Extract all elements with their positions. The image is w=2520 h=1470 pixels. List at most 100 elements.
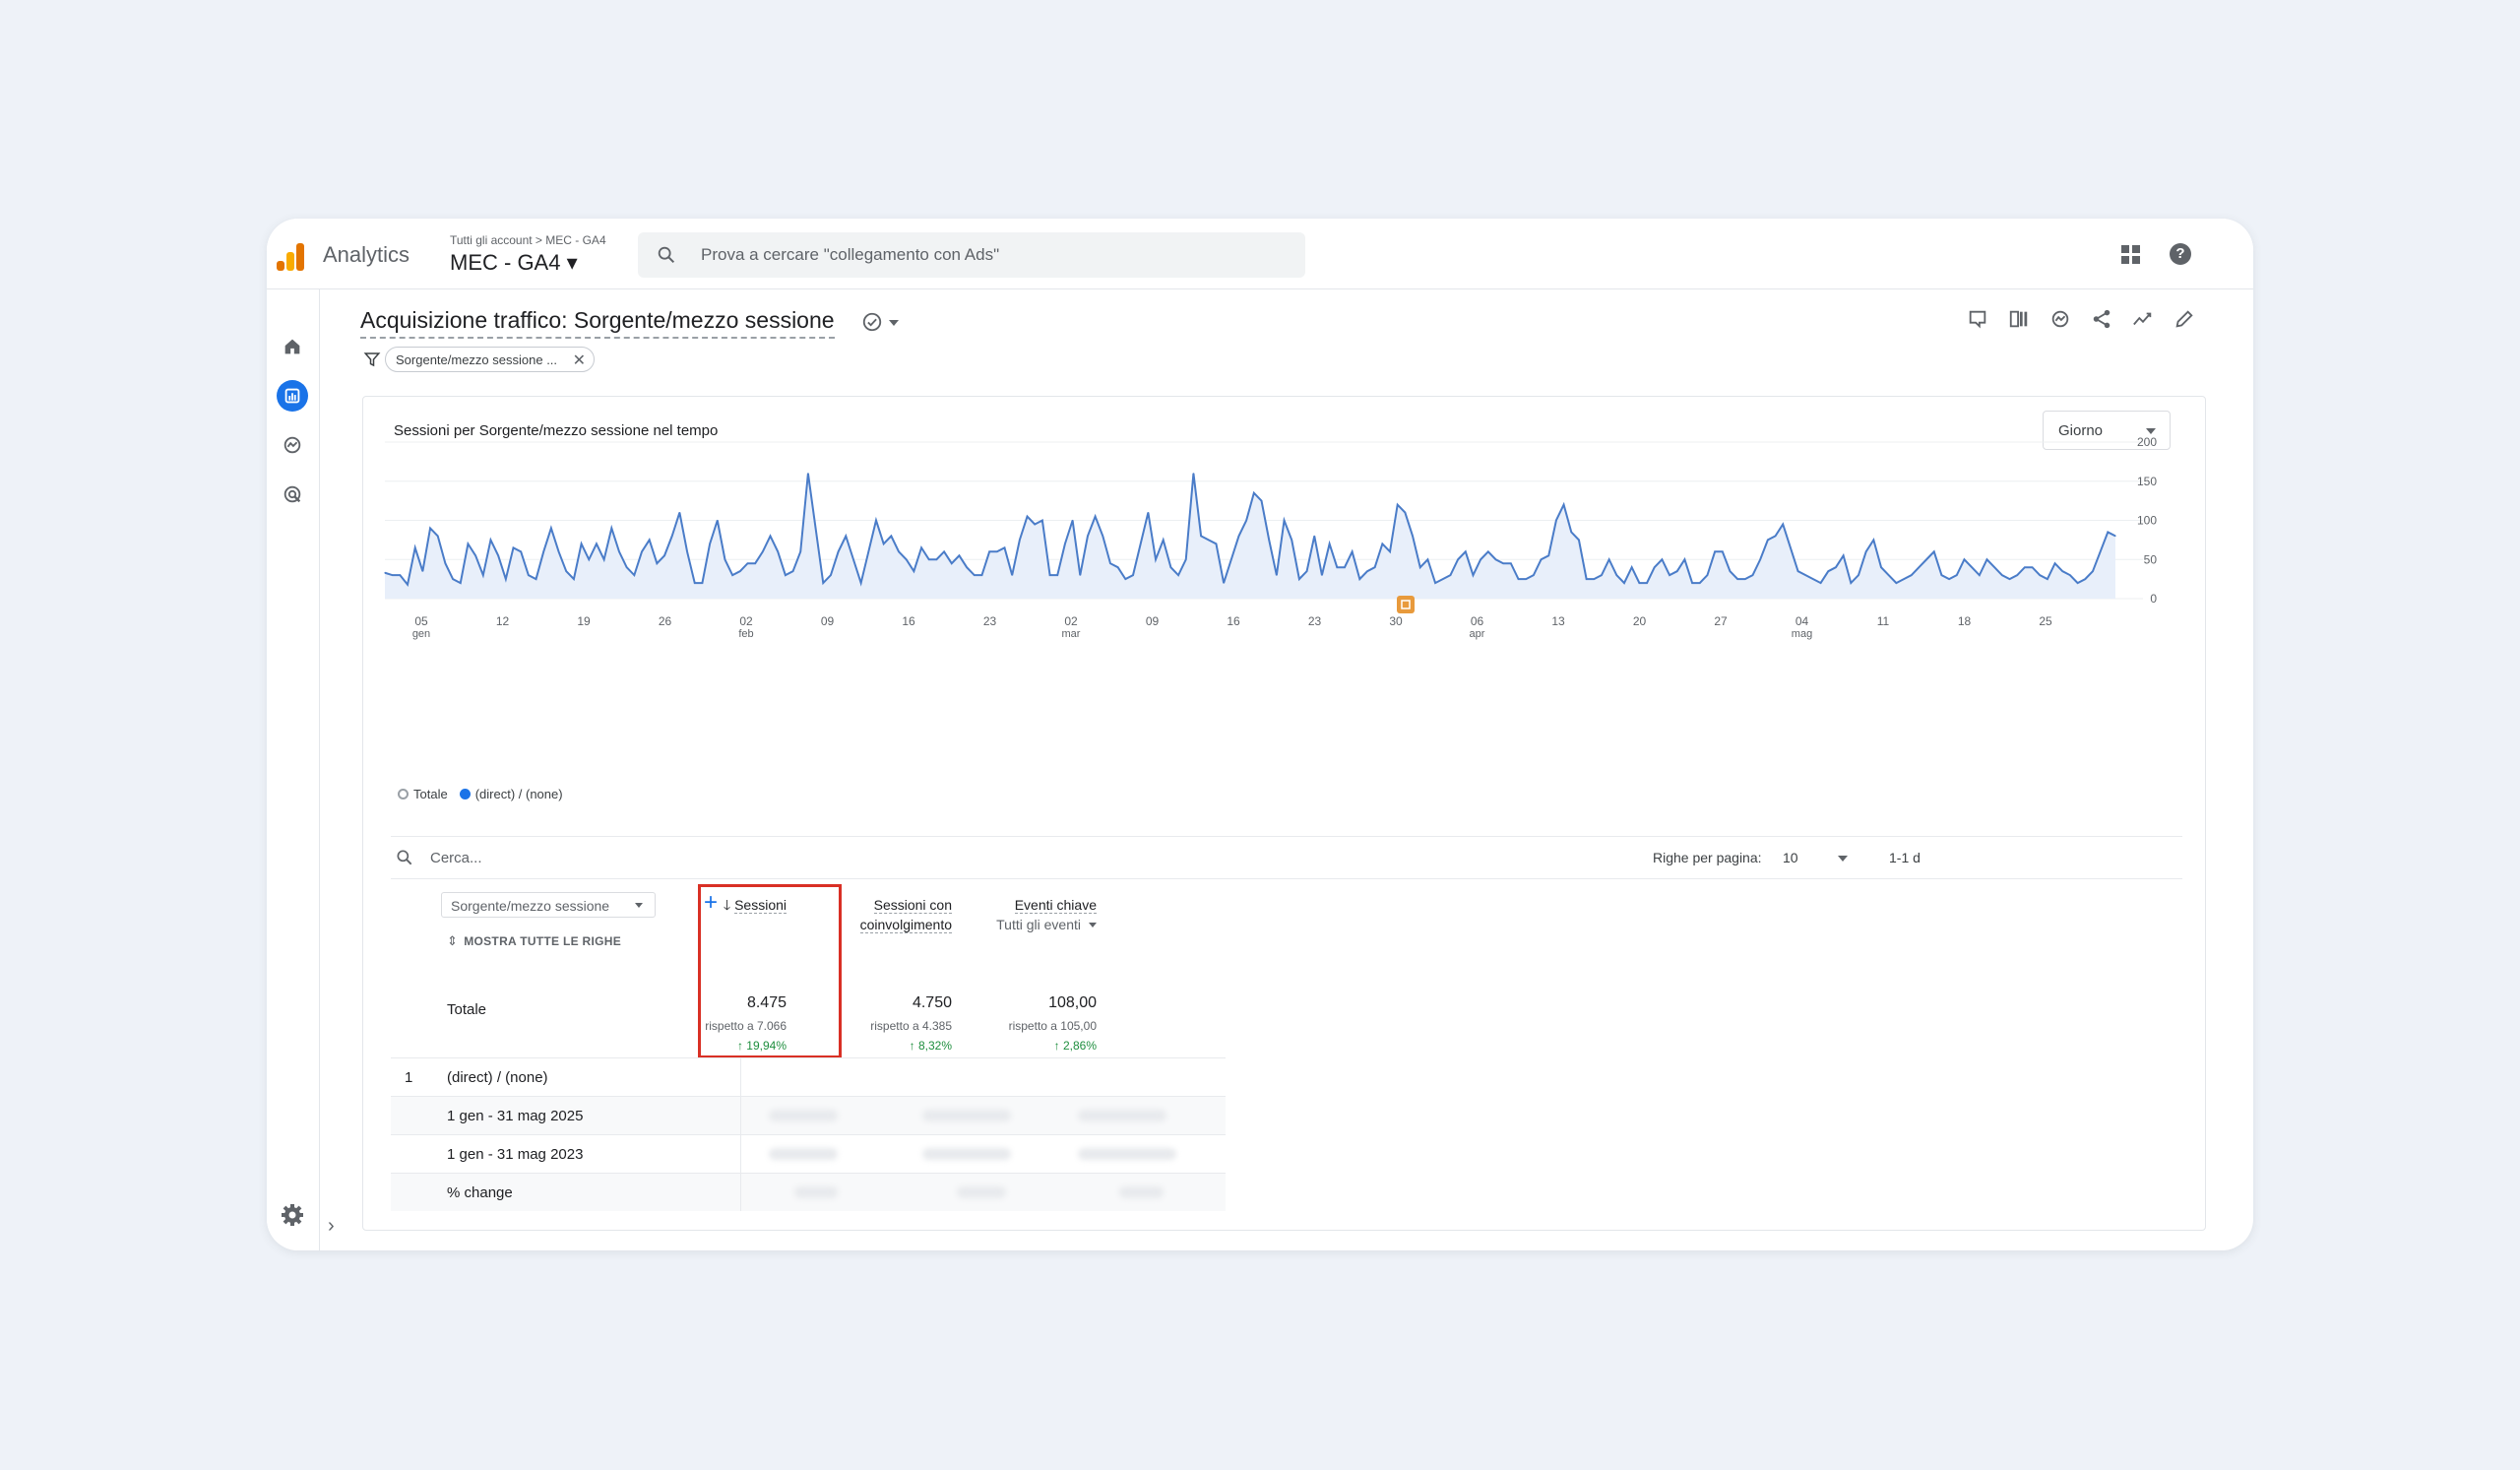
rows-per-page-select[interactable]: 10: [1783, 850, 1798, 865]
data-point: [1048, 574, 1051, 576]
column-header-key-events[interactable]: Eventi chiave Tutti gli eventi: [954, 895, 1097, 934]
table-row[interactable]: 1 gen - 31 mag 2023: [391, 1134, 1226, 1173]
expand-nav-chevron-icon[interactable]: ›: [328, 1215, 335, 1238]
y-tick-label: 200: [2137, 435, 2157, 449]
breadcrumb[interactable]: Tutti gli account > MEC - GA4: [450, 233, 606, 247]
reports-icon[interactable]: [277, 380, 308, 412]
data-point: [1547, 554, 1549, 556]
compare-icon[interactable]: [2007, 307, 2031, 331]
data-point: [1601, 574, 1603, 576]
filter-chip[interactable]: Sorgente/mezzo sessione ... ✕: [385, 347, 595, 372]
legend-direct-none[interactable]: (direct) / (none): [459, 787, 563, 801]
title-dropdown-caret-icon[interactable]: [889, 320, 899, 326]
settings-gear-icon[interactable]: [281, 1203, 304, 1227]
data-point: [1276, 574, 1278, 576]
edit-pencil-icon[interactable]: [2173, 307, 2196, 331]
page-title: Acquisizione traffico: Sorgente/mezzo se…: [360, 307, 835, 339]
data-point: [875, 519, 877, 522]
data-point: [671, 535, 673, 537]
search-bar[interactable]: Prova a cercare "collegamento con Ads": [638, 232, 1305, 278]
show-all-rows-button[interactable]: ⇕ MOSTRA TUTTE LE RIGHE: [447, 933, 621, 949]
rows-per-page-chevron-icon[interactable]: [1838, 856, 1848, 862]
data-point: [2039, 574, 2041, 576]
series-area: [385, 473, 2115, 599]
analytics-logo-icon[interactable]: [277, 241, 306, 271]
data-point: [1329, 543, 1331, 544]
events-filter-select[interactable]: Tutti gli eventi: [954, 915, 1097, 934]
x-tick-label: 04: [1796, 614, 1809, 628]
data-point: [822, 582, 824, 584]
sessions-line-chart: 200150100500 05gen12 19 26 02feb09 16 23 02mar…: [384, 435, 2157, 640]
data-point: [2114, 535, 2116, 537]
data-point: [2069, 574, 2071, 576]
share-icon[interactable]: [2090, 307, 2113, 331]
row-index: 1: [405, 1069, 413, 1086]
x-tick-label: 09: [821, 614, 835, 628]
data-point: [777, 550, 779, 552]
dimension-select[interactable]: Sorgente/mezzo sessione: [441, 892, 656, 918]
status-check-icon[interactable]: [861, 311, 883, 333]
data-point: [1321, 574, 1323, 576]
data-point: [1502, 562, 1504, 564]
data-point: [1669, 574, 1670, 576]
data-point: [505, 578, 507, 580]
data-point: [1555, 519, 1557, 522]
data-point: [1918, 566, 1921, 568]
data-point: [1654, 566, 1656, 568]
remove-filter-close-icon[interactable]: ✕: [573, 351, 586, 370]
insights-icon[interactable]: [2048, 307, 2072, 331]
data-point: [1790, 546, 1792, 548]
data-point: [1412, 535, 1414, 537]
table-row[interactable]: % change: [391, 1173, 1226, 1211]
property-selector[interactable]: MEC - GA4 ▾: [450, 250, 578, 276]
data-point: [1465, 550, 1467, 552]
total-key-events: 108,00 rispetto a 105,00 ↑ 2,86%: [954, 994, 1097, 1053]
top-bar: Analytics Tutti gli account > MEC - GA4 …: [267, 219, 2253, 289]
explore-icon[interactable]: [277, 429, 308, 461]
comment-icon[interactable]: [1966, 307, 1989, 331]
x-tick-label: 26: [659, 614, 672, 628]
column-events-label: Eventi chiave: [1014, 897, 1097, 914]
data-point: [1963, 558, 1966, 560]
home-icon[interactable]: [277, 331, 308, 362]
table-row[interactable]: 1 gen - 31 mag 2025: [391, 1096, 1226, 1134]
totals-label: Totale: [447, 1001, 487, 1018]
data-point: [1245, 519, 1247, 522]
trend-icon[interactable]: [2131, 307, 2155, 331]
data-point: [1419, 566, 1421, 568]
data-point: [2061, 570, 2063, 572]
data-point: [762, 550, 764, 552]
data-point: [649, 539, 651, 541]
data-point: [1260, 500, 1263, 502]
data-point: [392, 574, 394, 576]
data-point: [1169, 566, 1171, 568]
filter-funnel-icon[interactable]: [363, 351, 381, 368]
advertising-icon[interactable]: [277, 479, 308, 510]
data-point: [1215, 543, 1218, 544]
x-tick-label: 25: [2039, 614, 2052, 628]
data-point: [1208, 539, 1210, 541]
data-point: [1358, 578, 1360, 580]
data-point: [1472, 574, 1475, 576]
row-label: 1 gen - 31 mag 2025: [447, 1108, 584, 1124]
data-point: [542, 550, 544, 552]
data-point: [1268, 539, 1270, 541]
data-point: [1155, 558, 1157, 560]
data-point: [701, 582, 704, 584]
data-point: [1722, 550, 1724, 552]
data-point: [678, 511, 680, 514]
data-point: [1344, 566, 1346, 568]
data-point: [1366, 570, 1368, 572]
x-tick-label: 02: [739, 614, 753, 628]
row-label: % change: [447, 1184, 513, 1201]
legend-total[interactable]: Totale: [398, 787, 448, 801]
row-label: 1 gen - 31 mag 2023: [447, 1146, 584, 1163]
data-point: [1578, 539, 1580, 541]
apps-grid-icon[interactable]: [2121, 245, 2141, 265]
data-point: [482, 574, 484, 576]
table-search-input[interactable]: Cerca...: [430, 850, 482, 866]
data-point: [1510, 562, 1512, 564]
help-icon[interactable]: ?: [2170, 243, 2191, 265]
table-row[interactable]: 1 (direct) / (none): [391, 1057, 1226, 1096]
x-tick-label: 11: [1877, 614, 1890, 628]
